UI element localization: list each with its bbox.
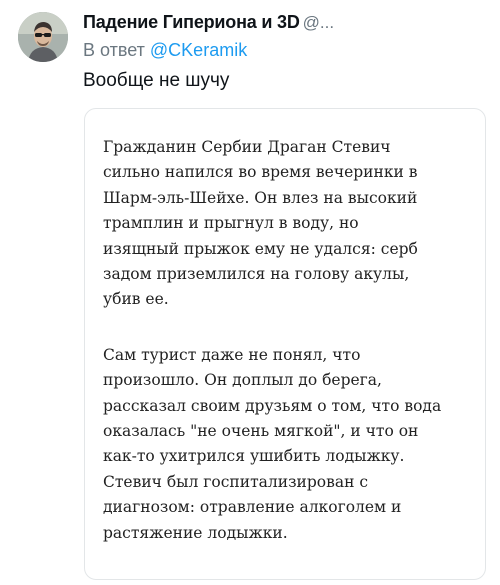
media-line: оказалась "не очень мягкой", и что он (103, 422, 419, 441)
media-paragraph-2: Сам турист даже не понял, что произошло.… (103, 343, 475, 546)
media-text-block: Гражданин Сербии Драган Стевич сильно на… (103, 135, 475, 546)
media-paragraph-1: Гражданин Сербии Драган Стевич сильно на… (103, 135, 475, 313)
reply-mention-link[interactable]: @CKeramik (150, 40, 247, 60)
tweet-header: Падение Гипериона и 3D @... (83, 12, 490, 36)
avatar-image (18, 12, 68, 62)
reply-context: В ответ @CKeramik (83, 40, 247, 61)
author-handle[interactable]: @... (303, 13, 334, 32)
media-line: диагнозом: отравление алкоголем и (103, 498, 402, 517)
media-line: рассказал своим друзьям о том, что вода (103, 396, 442, 415)
media-line: Гражданин Сербии Драган Стевич (103, 138, 391, 156)
author-name[interactable]: Падение Гипериона и 3D (83, 12, 300, 32)
media-line: Стевич был госпитализирован с (103, 472, 369, 491)
tweet: Падение Гипериона и 3D @... В ответ @CKer… (0, 0, 500, 585)
tweet-text: Вообще не шучу (83, 70, 230, 91)
media-line: убив ее. (103, 290, 169, 309)
media-line: растяжение лодыжки. (103, 523, 288, 542)
media-line: сильно напился во время вечеринки в (103, 163, 418, 182)
tweet-media-image[interactable]: Гражданин Сербии Драган Стевич сильно на… (84, 108, 486, 580)
media-line: задом приземлился на голову акулы, (103, 265, 410, 284)
media-line: трамплин и прыгнул в воду, но (103, 214, 359, 233)
media-line: как-то ухитрился ушибить лодыжку. (103, 447, 405, 466)
reply-prefix: В ответ (83, 40, 145, 60)
media-line: произошло. Он доплыл до берега, (103, 371, 382, 390)
media-line: Шарм-эль-Шейхе. Он влез на высокий (103, 188, 418, 207)
media-line: Сам турист даже не понял, что (103, 345, 361, 364)
avatar[interactable] (18, 12, 68, 62)
media-line: изящный прыжок ему не удался: серб (103, 239, 418, 258)
